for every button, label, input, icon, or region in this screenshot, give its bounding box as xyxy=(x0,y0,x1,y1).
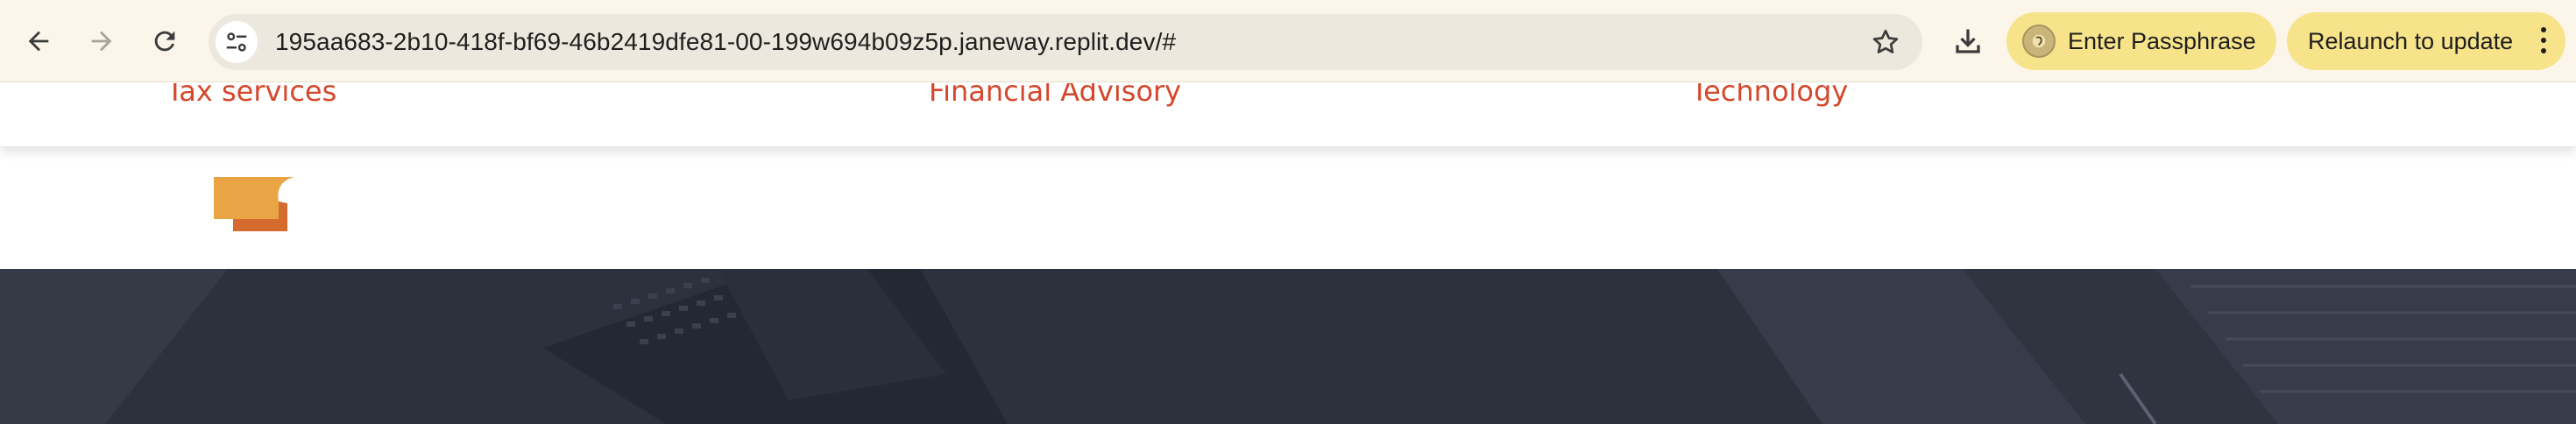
kebab-icon[interactable] xyxy=(2539,27,2548,55)
forward-button[interactable] xyxy=(77,17,126,66)
site-nav-bar: Tax services Financial Advisory Technolo… xyxy=(0,83,2576,146)
arrow-left-icon xyxy=(28,31,49,52)
site-info-button[interactable] xyxy=(216,21,258,63)
tune-icon xyxy=(226,32,247,52)
web-page: Tax services Financial Advisory Technolo… xyxy=(0,83,2576,424)
hero-background-image xyxy=(0,269,2576,424)
address-bar[interactable]: 195aa683-2b10-418f-bf69-46b2419dfe81-00-… xyxy=(209,14,1922,70)
nav-link-financial-advisory[interactable]: Financial Advisory xyxy=(929,83,1181,108)
download-button[interactable] xyxy=(1943,17,1992,66)
passkey-avatar-icon xyxy=(2022,25,2056,58)
back-button[interactable] xyxy=(14,17,63,66)
enter-passphrase-button[interactable]: Enter Passphrase xyxy=(2006,12,2276,70)
reload-button[interactable] xyxy=(140,17,189,66)
download-icon xyxy=(1956,29,1980,53)
logo-area xyxy=(0,146,2576,269)
nav-link-technology[interactable]: Technology xyxy=(1691,83,1848,108)
enter-passphrase-label: Enter Passphrase xyxy=(2068,27,2256,54)
relaunch-label: Relaunch to update xyxy=(2308,27,2514,54)
arrow-right-icon xyxy=(91,31,112,52)
hero-banner xyxy=(0,269,2576,424)
relaunch-to-update-button[interactable]: Relaunch to update xyxy=(2287,12,2565,70)
reload-icon xyxy=(154,31,175,52)
nav-link-tax-services[interactable]: Tax services xyxy=(166,83,336,108)
star-icon[interactable] xyxy=(1870,26,1901,58)
url-text[interactable]: 195aa683-2b10-418f-bf69-46b2419dfe81-00-… xyxy=(275,14,1176,70)
site-logo[interactable] xyxy=(214,177,305,233)
browser-toolbar: 195aa683-2b10-418f-bf69-46b2419dfe81-00-… xyxy=(0,0,2576,82)
